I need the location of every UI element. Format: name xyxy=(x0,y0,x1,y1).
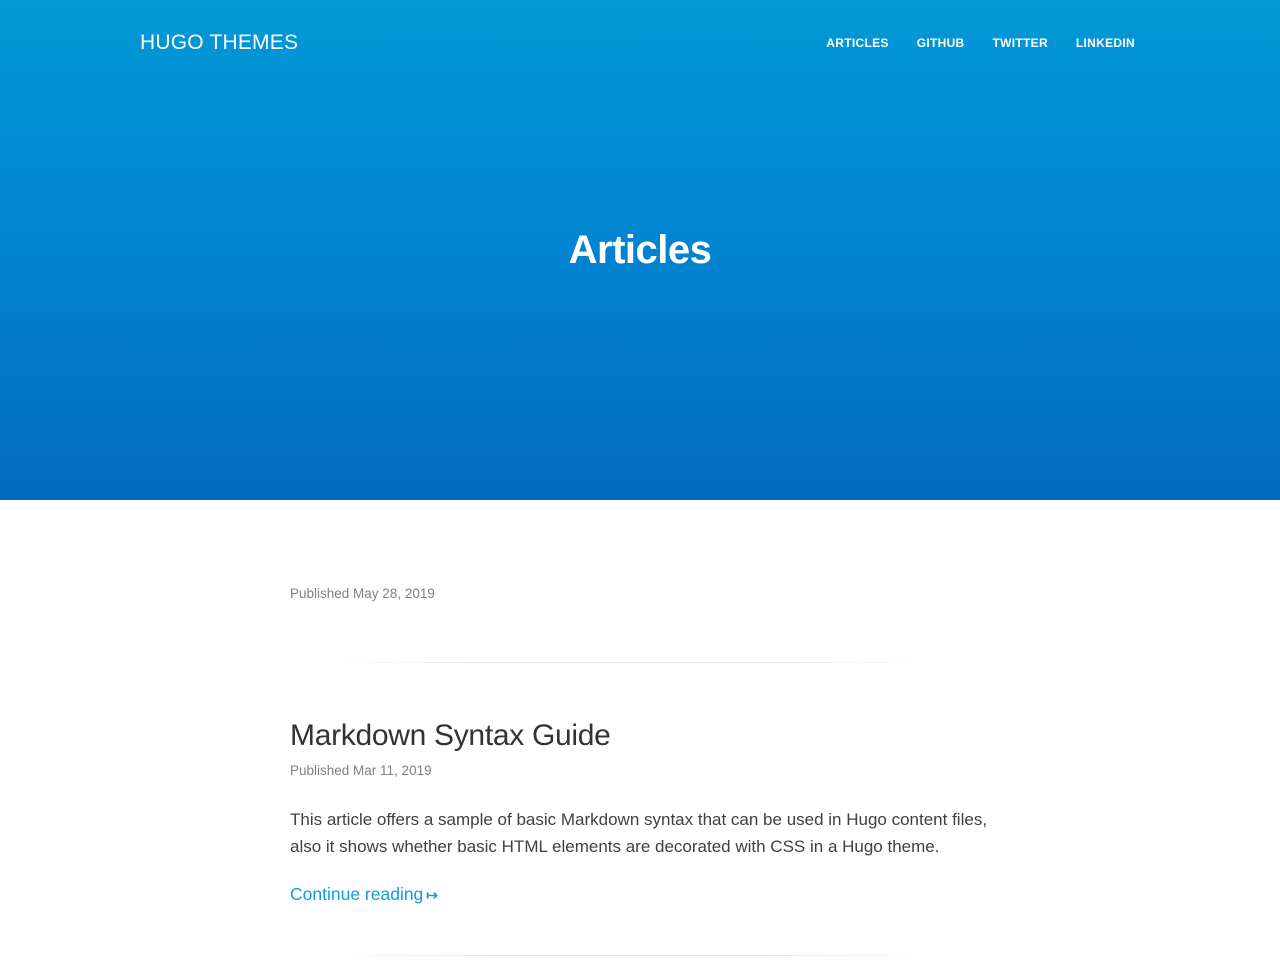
article-item: Published May 28, 2019 xyxy=(290,500,990,601)
site-brand-link[interactable]: HUGO THEMES xyxy=(140,31,298,55)
nav-item-linkedin[interactable]: LINKEDIN xyxy=(1076,36,1135,50)
top-navbar: HUGO THEMES ARTICLES GITHUB TWITTER LINK… xyxy=(140,28,1135,58)
article-title: Markdown Syntax Guide xyxy=(290,719,990,753)
article-item: Markdown Syntax Guide Published Mar 11, … xyxy=(290,719,990,905)
hero-header: HUGO THEMES ARTICLES GITHUB TWITTER LINK… xyxy=(0,0,1280,500)
arrow-right-icon: ↦ xyxy=(426,887,439,903)
article-excerpt: This article offers a sample of basic Ma… xyxy=(290,810,988,856)
nav-item-twitter[interactable]: TWITTER xyxy=(993,36,1048,50)
page-title: Articles xyxy=(568,228,712,272)
published-date: Published Mar 11, 2019 xyxy=(290,763,432,778)
nav-item-github[interactable]: GITHUB xyxy=(917,36,965,50)
continue-reading-link[interactable]: Continue reading ↦ xyxy=(290,884,438,905)
article-list: Published May 28, 2019 Markdown Syntax G… xyxy=(290,500,990,956)
article-divider xyxy=(320,662,940,663)
nav-item-articles[interactable]: ARTICLES xyxy=(826,36,888,50)
main-nav: ARTICLES GITHUB TWITTER LINKEDIN xyxy=(826,36,1135,50)
article-divider xyxy=(320,955,940,956)
continue-reading-label: Continue reading xyxy=(290,884,424,904)
published-date: Published May 28, 2019 xyxy=(290,586,435,601)
article-title-link[interactable]: Markdown Syntax Guide xyxy=(290,719,611,752)
